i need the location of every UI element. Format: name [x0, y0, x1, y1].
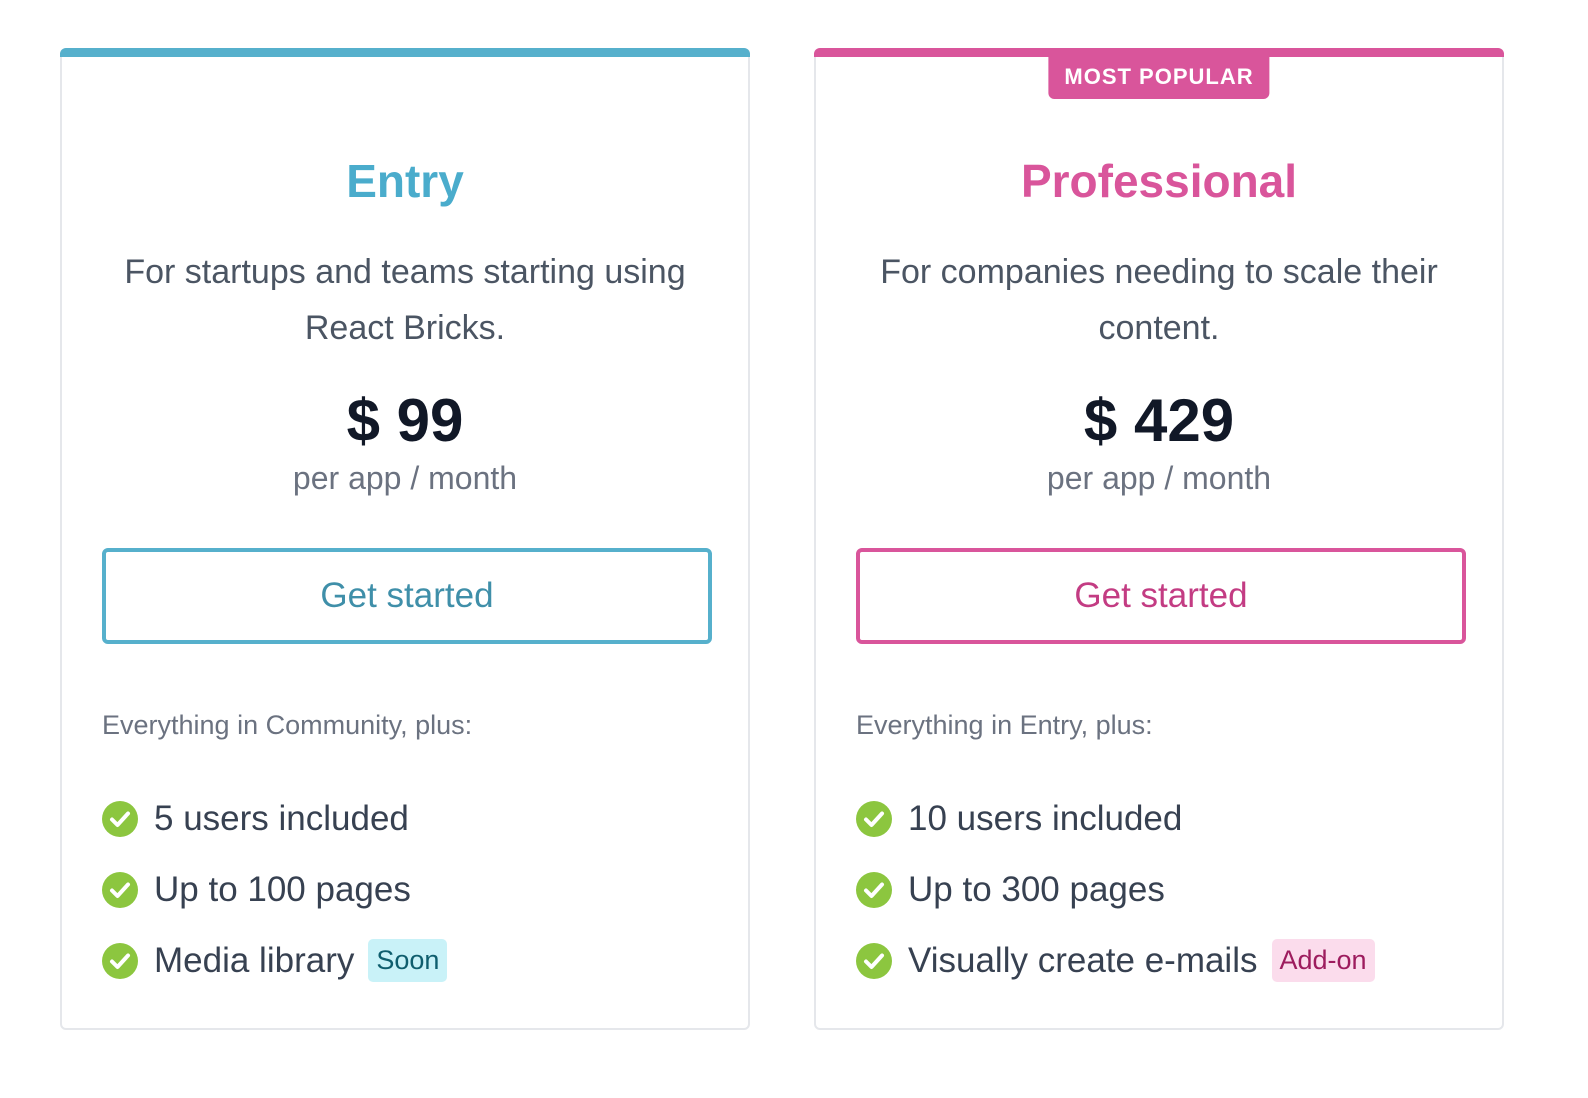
feature-label: Up to 100 pages	[154, 869, 411, 909]
feature-item: Up to 100 pages	[102, 854, 718, 925]
check-circle-icon	[102, 871, 138, 908]
feature-label: Media library	[154, 940, 355, 980]
feature-item: Visually create e-mails Add-on	[856, 925, 1472, 996]
feature-item: 5 users included	[102, 783, 718, 854]
feature-item: Up to 300 pages	[856, 854, 1472, 925]
check-circle-icon	[856, 800, 892, 837]
plan-accent-bar	[60, 48, 750, 57]
get-started-button[interactable]: Get started	[856, 548, 1466, 644]
plan-card-professional: MOST POPULAR Professional For companies …	[814, 48, 1504, 1030]
feature-list: 5 users included Up to 100 pages Media l…	[102, 783, 718, 996]
plan-card-entry: Entry For startups and teams starting us…	[60, 48, 750, 1030]
plan-price-unit: per app / month	[1046, 460, 1272, 496]
feature-label: 5 users included	[154, 798, 409, 838]
features-intro: Everything in Entry, plus:	[856, 710, 1153, 740]
plan-description: For companies needing to scale their con…	[880, 253, 1438, 347]
plan-price: $ 429	[1083, 387, 1235, 454]
check-circle-icon	[102, 942, 138, 979]
check-circle-icon	[102, 800, 138, 837]
most-popular-badge: MOST POPULAR	[1048, 56, 1270, 99]
feature-label: Visually create e-mails	[908, 940, 1258, 980]
plan-price-unit: per app / month	[292, 460, 518, 496]
feature-label: Up to 300 pages	[908, 869, 1165, 909]
pricing-cards: Entry For startups and teams starting us…	[0, 0, 1588, 1098]
plan-price: $ 99	[346, 387, 464, 454]
plan-name: Professional	[1020, 155, 1298, 207]
feature-list: 10 users included Up to 300 pages Visual…	[856, 783, 1472, 996]
plan-description: For startups and teams starting using Re…	[124, 253, 686, 347]
feature-label: 10 users included	[908, 798, 1183, 838]
add-on-badge: Add-on	[1271, 939, 1375, 982]
feature-item: 10 users included	[856, 783, 1472, 854]
check-circle-icon	[856, 942, 892, 979]
feature-item: Media library Soon	[102, 925, 718, 996]
plan-name: Entry	[346, 155, 464, 207]
features-intro: Everything in Community, plus:	[102, 710, 473, 740]
check-circle-icon	[856, 871, 892, 908]
soon-badge: Soon	[368, 939, 448, 982]
get-started-button[interactable]: Get started	[102, 548, 712, 644]
